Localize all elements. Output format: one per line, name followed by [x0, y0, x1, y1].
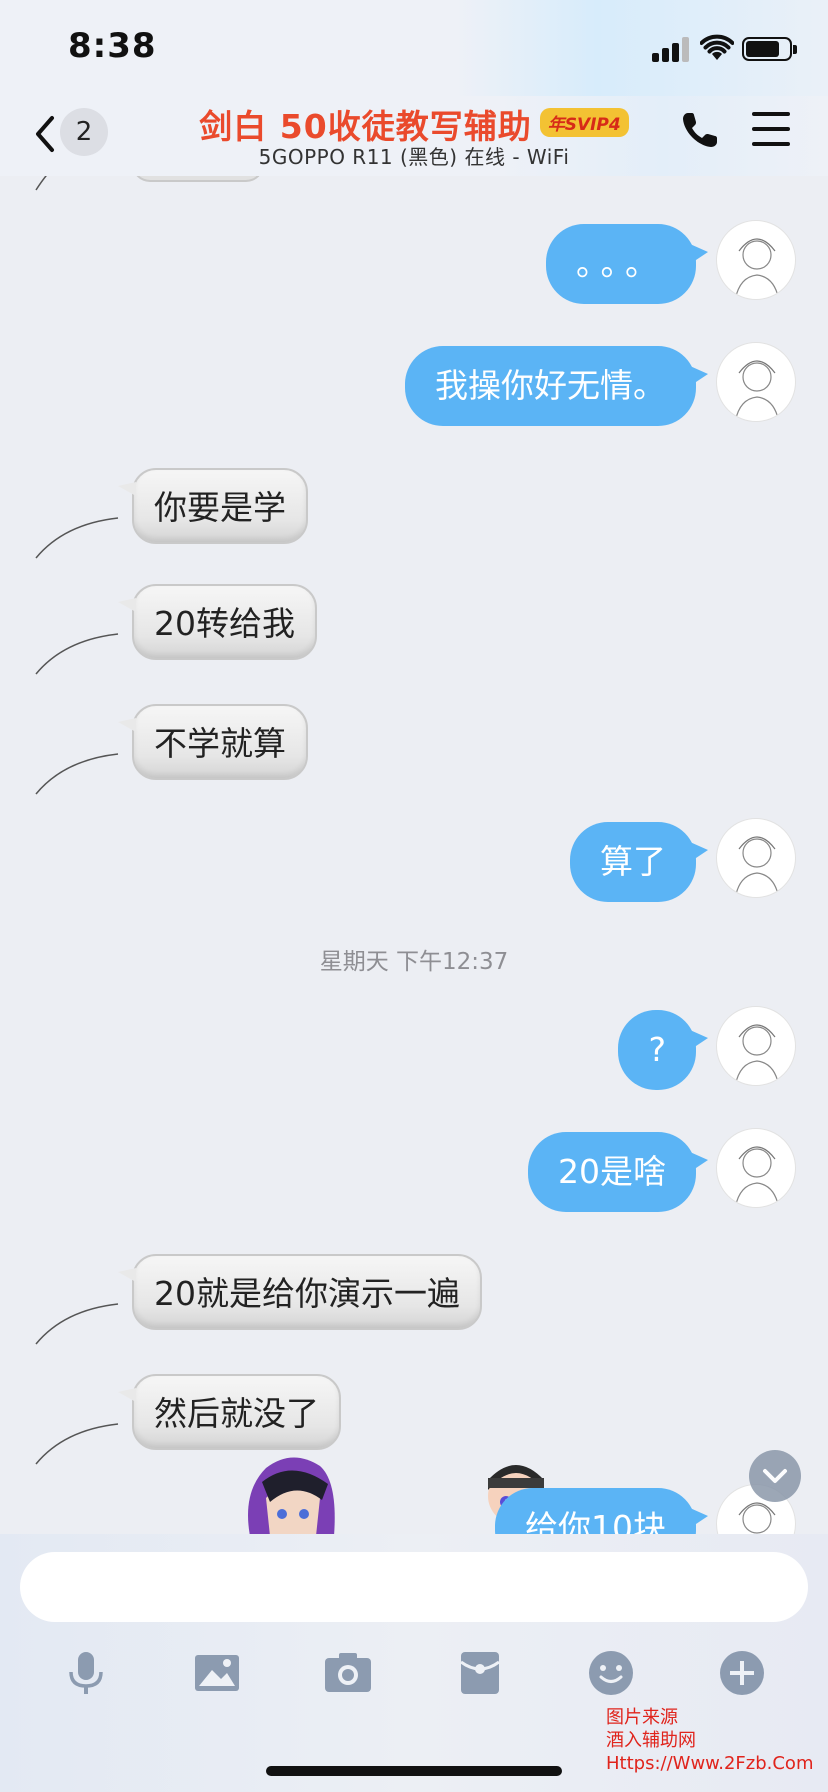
status-time: 8:38 [68, 26, 157, 66]
red-packet-icon[interactable] [455, 1648, 505, 1698]
message-bubble-in[interactable]: 你要是学 [118, 468, 308, 544]
chevron-down-icon [763, 1469, 787, 1483]
message-bubble-in[interactable]: 不学就算 [118, 704, 308, 780]
bubble-pendant-icon [35, 1423, 119, 1465]
scroll-to-bottom-button[interactable] [749, 1450, 801, 1502]
message-bubble-out[interactable]: 我操你好无情。 [405, 346, 708, 426]
my-avatar[interactable] [716, 220, 796, 300]
svip-badge: 年SVIP4 [539, 107, 629, 137]
message-bubble-out[interactable]: 20是啥 [528, 1132, 708, 1212]
message-bubble-out[interactable]: ? [618, 1010, 708, 1090]
bubble-pendant-icon [35, 517, 119, 559]
bubble-pendant-icon [35, 176, 47, 191]
bubble-pendant-icon [35, 1303, 119, 1345]
watermark-line: Https://Www.2Fzb.Com [606, 1753, 814, 1774]
bubble-pendant-icon [35, 633, 119, 675]
watermark: 图片来源 酒入辅助网 Https://Www.2Fzb.Com [606, 1706, 813, 1775]
watermark-line: 图片来源 [606, 1707, 678, 1728]
chat-header: 2 剑白 50收徒教写辅助 年SVIP4 5GOPPO R11 (黑色) 在线 -… [0, 96, 828, 176]
menu-icon[interactable] [752, 112, 790, 146]
bubble-pendant-icon [35, 753, 119, 795]
message-bubble-in[interactable]: 20就是给你演示一遍 [118, 1254, 482, 1330]
battery-icon [742, 37, 797, 61]
my-avatar[interactable] [716, 342, 796, 422]
message-timestamp: 星期天 下午12:37 [319, 949, 509, 975]
camera-icon[interactable] [323, 1648, 373, 1698]
message-bubble-out[interactable]: 。。。 [546, 224, 708, 304]
microphone-icon[interactable] [61, 1648, 111, 1698]
my-avatar[interactable] [716, 1006, 796, 1086]
message-bubble-out[interactable]: 算了 [570, 822, 708, 902]
status-bar: 8:38 [0, 0, 828, 96]
message-bubble-in[interactable]: 20转给我 [118, 584, 317, 660]
wifi-icon [700, 34, 734, 60]
my-avatar[interactable] [716, 818, 796, 898]
phone-call-icon[interactable] [680, 110, 720, 150]
message-bubble-in[interactable]: 然后就没了 [118, 1374, 341, 1450]
emoji-icon[interactable] [586, 1648, 636, 1698]
my-avatar[interactable] [716, 1128, 796, 1208]
cellular-signal-icon [652, 36, 692, 62]
message-bubble-out[interactable]: 给你10块 [495, 1488, 708, 1534]
partial-bubble-in [132, 176, 264, 182]
plus-icon[interactable] [717, 1648, 767, 1698]
message-list[interactable]: 。。。 我操你好无情。 你要是学 20转给我 不学就算 算了 星期天 下午12:… [0, 176, 828, 1534]
anime-sticker-icon [248, 1457, 335, 1534]
watermark-line: 酒入辅助网 [606, 1730, 696, 1751]
home-indicator[interactable] [266, 1766, 562, 1776]
message-input[interactable] [20, 1552, 808, 1622]
image-icon[interactable] [192, 1648, 242, 1698]
